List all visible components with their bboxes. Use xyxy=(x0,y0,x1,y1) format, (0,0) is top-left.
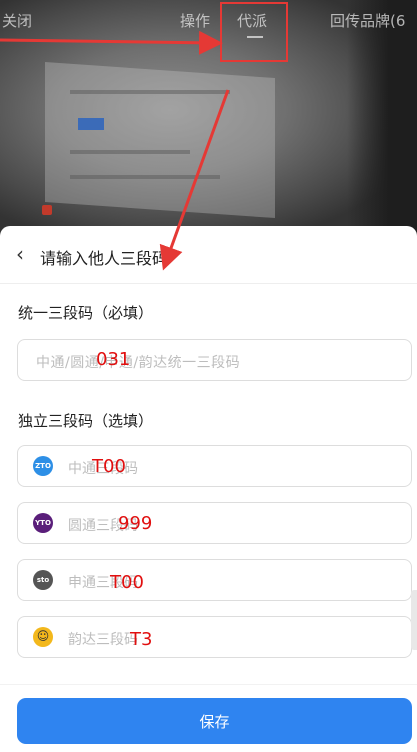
yto-code-value: 999 xyxy=(118,513,153,534)
doc-line xyxy=(70,150,190,154)
save-button[interactable]: 保存 xyxy=(17,698,412,744)
chevron-left-icon[interactable]: ‹ xyxy=(10,242,30,266)
yto-logo-icon: YTO xyxy=(33,513,53,533)
independent-code-label: 独立三段码（选填） xyxy=(18,412,154,430)
yunda-code-value: T3 xyxy=(130,629,153,650)
footer-divider xyxy=(0,684,417,685)
doc-line xyxy=(70,90,230,94)
top-bar: 关闭 操作 代派 回传品牌(6 xyxy=(0,0,417,40)
unified-code-input[interactable]: 中通/圆通/申通/韵达统一三段码 031 xyxy=(17,339,412,381)
yto-code-input[interactable]: YTO 圆通三段码 999 xyxy=(17,502,412,544)
tab-return-brand[interactable]: 回传品牌(6 xyxy=(330,10,405,31)
zto-code-value: T00 xyxy=(92,456,126,477)
background-document xyxy=(45,61,275,219)
sto-code-input[interactable]: sto 申通三段码 T00 xyxy=(17,559,412,601)
sto-logo-icon: sto xyxy=(33,570,53,590)
doc-line xyxy=(70,175,220,179)
sheet-title: 请输入他人三段码 xyxy=(40,249,169,268)
sto-code-value: T00 xyxy=(110,572,144,593)
unified-code-label: 统一三段码（必填） xyxy=(18,304,154,322)
zto-logo-icon: ZTO xyxy=(33,456,53,476)
yunda-code-placeholder: 韵达三段码 xyxy=(68,632,138,648)
background-blue-block xyxy=(78,118,104,130)
yunda-logo-icon: ☺ xyxy=(33,627,53,647)
tab-operate[interactable]: 操作 xyxy=(180,10,210,31)
sheet-header: ‹ 请输入他人三段码 xyxy=(0,226,417,284)
close-button[interactable]: 关闭 xyxy=(2,10,32,31)
side-handle xyxy=(411,590,417,650)
unified-code-placeholder: 中通/圆通/申通/韵达统一三段码 xyxy=(36,355,241,371)
annotation-highlight-box xyxy=(220,2,288,62)
zto-code-input[interactable]: ZTO 中通三段码 T00 xyxy=(17,445,412,487)
background-red-mark xyxy=(42,205,52,215)
yunda-code-input[interactable]: ☺ 韵达三段码 T3 xyxy=(17,616,412,658)
unified-code-value: 031 xyxy=(96,349,131,370)
